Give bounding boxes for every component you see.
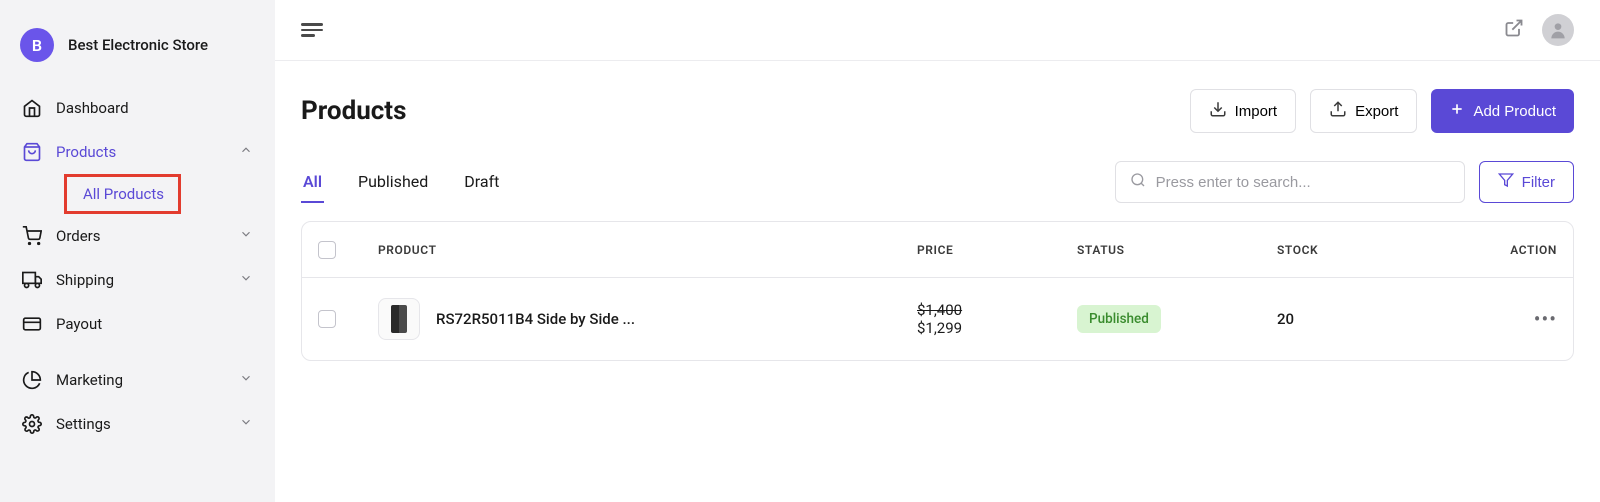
upload-icon — [1329, 100, 1347, 122]
sidebar-item-label: Payout — [56, 315, 102, 333]
page-title: Products — [301, 96, 406, 126]
filter-button[interactable]: Filter — [1479, 161, 1574, 203]
product-cell[interactable]: RS72R5011B4 Side by Side ... — [378, 298, 917, 340]
filter-icon — [1498, 172, 1514, 192]
gear-icon — [22, 414, 42, 434]
wallet-icon — [22, 314, 42, 334]
add-product-button[interactable]: Add Product — [1431, 89, 1574, 133]
sidebar-item-label: Marketing — [56, 371, 123, 389]
sidebar-item-marketing[interactable]: Marketing — [10, 358, 265, 402]
row-actions-button[interactable]: ••• — [1457, 307, 1557, 331]
chevron-down-icon — [239, 271, 253, 289]
import-button[interactable]: Import — [1190, 89, 1297, 133]
sidebar-item-payout[interactable]: Payout — [10, 302, 265, 346]
user-avatar[interactable] — [1542, 14, 1574, 46]
stock-cell: 20 — [1277, 310, 1457, 328]
search-box[interactable] — [1115, 161, 1465, 203]
search-icon — [1130, 172, 1146, 192]
truck-icon — [22, 270, 42, 290]
status-badge: Published — [1077, 305, 1161, 333]
plus-icon — [1449, 101, 1465, 121]
th-action: ACTION — [1457, 243, 1557, 257]
chevron-down-icon — [239, 227, 253, 245]
price-new: $1,299 — [917, 319, 1077, 337]
th-product: PRODUCT — [378, 243, 917, 257]
status-cell: Published — [1077, 305, 1277, 333]
highlight-all-products: All Products — [64, 174, 181, 214]
sidebar-item-shipping[interactable]: Shipping — [10, 258, 265, 302]
store-header[interactable]: B Best Electronic Store — [0, 20, 275, 86]
sidebar-item-dashboard[interactable]: Dashboard — [10, 86, 265, 130]
table-row: RS72R5011B4 Side by Side ... $1,400 $1,2… — [302, 278, 1573, 360]
bag-icon — [22, 142, 42, 162]
store-name: Best Electronic Store — [68, 36, 208, 54]
page-header: Products Import Export — [301, 89, 1574, 133]
table-header: PRODUCT PRICE STATUS STOCK ACTION — [302, 222, 1573, 278]
sidebar-item-label: Products — [56, 143, 116, 161]
export-button[interactable]: Export — [1310, 89, 1417, 133]
sidebar-item-products[interactable]: Products — [10, 130, 265, 174]
pie-icon — [22, 370, 42, 390]
sidebar-item-orders[interactable]: Orders — [10, 214, 265, 258]
th-price: PRICE — [917, 243, 1077, 257]
select-all-checkbox[interactable] — [318, 241, 336, 259]
external-link-icon[interactable] — [1504, 18, 1524, 42]
product-thumbnail — [378, 298, 420, 340]
row-checkbox[interactable] — [318, 310, 336, 328]
chevron-up-icon — [239, 143, 253, 161]
tab-published[interactable]: Published — [356, 162, 430, 203]
main: Products Import Export — [275, 0, 1600, 502]
hamburger-menu[interactable] — [301, 20, 323, 40]
price-old: $1,400 — [917, 301, 1077, 319]
chevron-down-icon — [239, 371, 253, 389]
header-actions: Import Export Add Product — [1190, 89, 1574, 133]
sidebar-nav: Dashboard Products All Products — [0, 86, 275, 446]
toolbar: All Published Draft Fi — [301, 161, 1574, 203]
chevron-down-icon — [239, 415, 253, 433]
sidebar-item-label: Orders — [56, 227, 101, 245]
sidebar-item-label: Shipping — [56, 271, 114, 289]
products-table: PRODUCT PRICE STATUS STOCK ACTION RS72R5… — [301, 221, 1574, 361]
sidebar-subitem-all-products[interactable]: All Products — [79, 179, 168, 209]
sidebar-item-label: Settings — [56, 415, 111, 433]
cart-icon — [22, 226, 42, 246]
th-stock: STOCK — [1277, 243, 1457, 257]
tab-draft[interactable]: Draft — [462, 162, 501, 203]
th-status: STATUS — [1077, 243, 1277, 257]
search-input[interactable] — [1156, 174, 1450, 191]
content: Products Import Export — [275, 61, 1600, 389]
tab-all[interactable]: All — [301, 162, 324, 203]
sidebar: B Best Electronic Store Dashboard Produc… — [0, 0, 275, 502]
sidebar-sub-products: All Products — [10, 174, 265, 214]
product-name: RS72R5011B4 Side by Side ... — [436, 310, 635, 328]
download-icon — [1209, 100, 1227, 122]
store-avatar: B — [20, 28, 54, 62]
sidebar-item-label: Dashboard — [56, 99, 129, 117]
topbar — [275, 0, 1600, 61]
sidebar-item-settings[interactable]: Settings — [10, 402, 265, 446]
home-icon — [22, 98, 42, 118]
tabs: All Published Draft — [301, 162, 501, 203]
price-cell: $1,400 $1,299 — [917, 301, 1077, 337]
